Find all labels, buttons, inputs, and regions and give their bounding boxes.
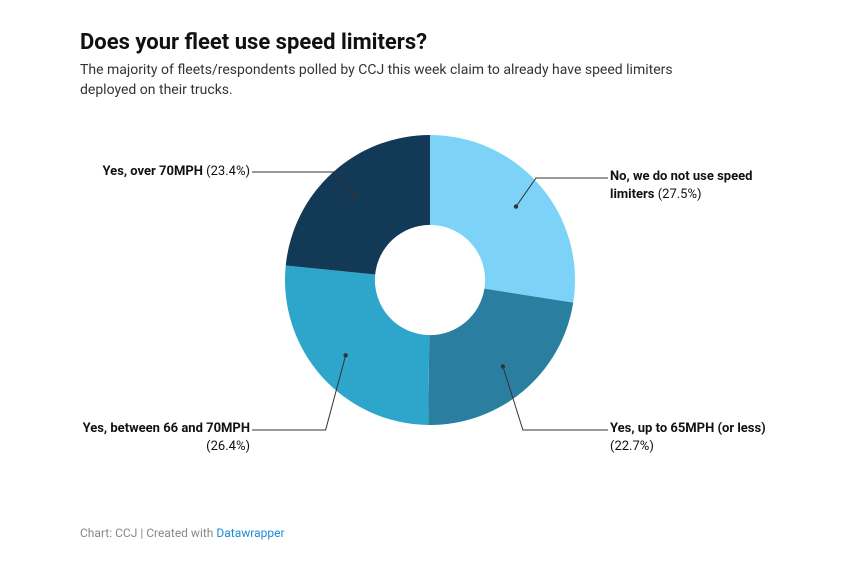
chart-footer: Chart: CCJ | Created with Datawrapper — [80, 526, 285, 540]
chart-area: No, we do not use speed limiters (27.5%)… — [0, 120, 851, 520]
page-title: Does your fleet use speed limiters? — [80, 30, 821, 55]
datawrapper-link[interactable]: Datawrapper — [216, 526, 284, 540]
donut-chart — [280, 130, 580, 430]
slice-label-66-70: Yes, between 66 and 70MPH (26.4%) — [50, 420, 250, 455]
chart-container: Does your fleet use speed limiters? The … — [0, 0, 851, 576]
slice-label-no-limiters: No, we do not use speed limiters (27.5%) — [610, 168, 790, 203]
slice-label-upto-65: Yes, up to 65MPH (or less)(22.7%) — [610, 420, 790, 455]
page-subtitle: The majority of fleets/respondents polle… — [80, 61, 700, 100]
slice-label-over-70: Yes, over 70MPH (23.4%) — [50, 163, 250, 181]
